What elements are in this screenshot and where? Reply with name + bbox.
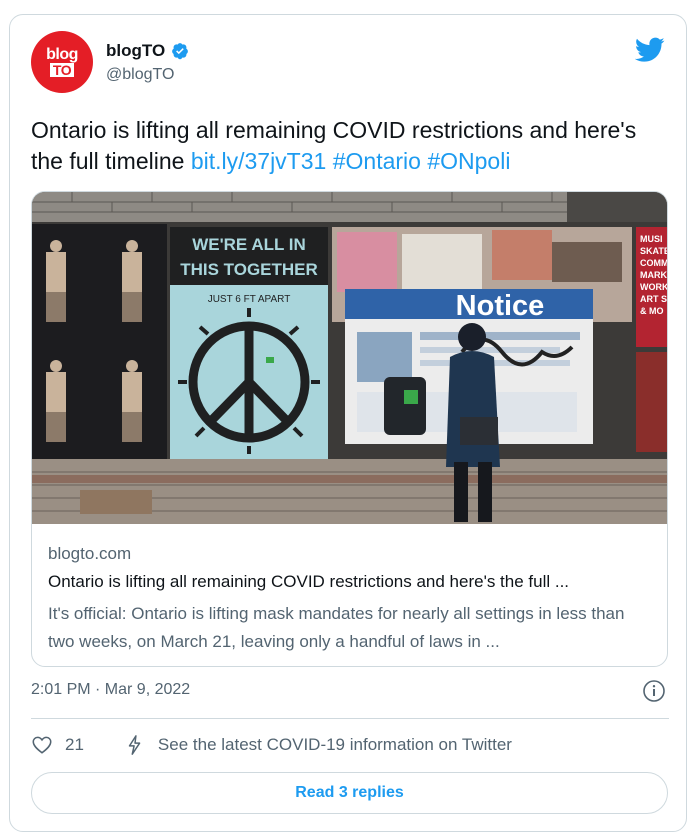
poster-line-1: WE'RE ALL IN	[192, 235, 306, 254]
author-name[interactable]: blogTO	[106, 41, 165, 61]
like-count[interactable]: 21	[65, 735, 84, 755]
hashtag-onpoli[interactable]: #ONpoli	[427, 148, 510, 174]
avatar-text-top: blog	[46, 46, 78, 63]
tweet-text: Ontario is lifting all remaining COVID r…	[31, 115, 671, 177]
verified-badge-icon	[172, 43, 189, 60]
tweet-link[interactable]: bit.ly/37jvT31	[191, 148, 327, 174]
action-bar: 21 See the latest COVID-19 information o…	[31, 734, 512, 756]
link-card-title[interactable]: Ontario is lifting all remaining COVID r…	[48, 572, 653, 592]
avatar-text-bottom: TO	[49, 63, 75, 77]
author-handle[interactable]: @blogTO	[106, 66, 174, 84]
read-replies-button[interactable]: Read 3 replies	[31, 772, 668, 814]
tweet-timestamp[interactable]: 2:01 PM · Mar 9, 2022	[31, 681, 190, 699]
covid-info-link[interactable]: See the latest COVID-19 information on T…	[158, 735, 512, 755]
lightning-bolt-icon	[128, 735, 141, 755]
poster-right-2: SKATE	[640, 246, 668, 256]
avatar[interactable]: blog TO	[31, 31, 93, 93]
poster-right-5: WORK	[640, 282, 668, 292]
poster-line-3: JUST 6 FT APART	[208, 294, 291, 305]
poster-right-3: COMM	[640, 258, 668, 268]
link-card-domain[interactable]: blogto.com	[48, 544, 131, 564]
poster-right-7: & MO	[640, 306, 664, 316]
hashtag-ontario[interactable]: #Ontario	[333, 148, 421, 174]
like-heart-icon[interactable]	[31, 734, 53, 756]
poster-line-2: THIS TOGETHER	[180, 260, 318, 279]
author-name-row[interactable]: blogTO	[106, 41, 189, 61]
link-card-description: It's official: Ontario is lifting mask m…	[48, 604, 625, 651]
poster-right-1: MUSI	[640, 234, 663, 244]
info-icon[interactable]	[642, 679, 666, 703]
link-preview-card[interactable]: WE'RE ALL IN THIS TOGETHER JUST 6 FT APA…	[31, 191, 668, 667]
read-replies-label: Read 3 replies	[295, 784, 404, 801]
poster-right-6: ART S	[640, 294, 667, 304]
twitter-bird-icon[interactable]	[635, 37, 665, 63]
tweet-card: blog TO blogTO @blogTO Ontario is liftin…	[9, 14, 687, 832]
article-photo[interactable]: WE'RE ALL IN THIS TOGETHER JUST 6 FT APA…	[32, 192, 668, 524]
poster-notice: Notice	[456, 290, 545, 322]
divider	[31, 718, 669, 719]
poster-right-4: MARK	[640, 270, 667, 280]
